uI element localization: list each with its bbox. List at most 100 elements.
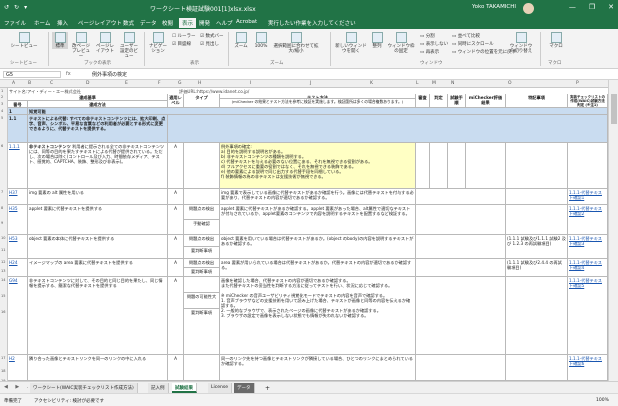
checklist-link[interactable]: 1.1.1-代替テキスト確認1 xyxy=(568,189,608,205)
synchronous-scroll-button[interactable]: ▭ 同時にスクロール xyxy=(452,41,494,47)
row-header[interactable]: 13 xyxy=(1,269,5,273)
hide-button[interactable]: ▭ 表示しない xyxy=(420,41,448,47)
macros-button[interactable]: マクロ xyxy=(546,32,566,49)
column-header[interactable]: H xyxy=(198,81,201,86)
technique-id-link[interactable]: H53 xyxy=(8,235,28,259)
redo-icon[interactable]: ↻ xyxy=(14,4,19,11)
column-header[interactable]: O xyxy=(508,81,512,86)
checklist-link[interactable]: 1.1.1-代替テキスト確認4 xyxy=(568,259,608,277)
zoom-level[interactable]: 100% xyxy=(596,398,609,403)
page-break-preview-button[interactable]: 改ページプレビュー xyxy=(70,32,92,59)
column-header[interactable]: J xyxy=(310,81,311,86)
zoom-button[interactable]: ズーム xyxy=(232,32,250,49)
row-header[interactable]: 7 xyxy=(1,190,3,194)
view-side-by-side-button[interactable]: ▭ 並べて比較 xyxy=(452,33,480,39)
fx-icon[interactable]: fx xyxy=(66,71,71,77)
notes-cell[interactable] xyxy=(506,355,568,381)
test-method-cell[interactable]: img 要素で表示している画像に代替テキストがあるか確認を行う。画像には代替テキ… xyxy=(220,189,416,205)
technique-id-link[interactable]: H35 xyxy=(8,205,28,235)
row-header[interactable]: 9 xyxy=(1,221,3,225)
row-header[interactable]: 3 xyxy=(1,102,3,106)
test-method-cell[interactable]: 例外事項の確定: a) 目的を説明する説明名がある。 b) 非テキストコンテンツ… xyxy=(220,143,416,189)
checklist-link[interactable]: 1.1.1-代替テキスト確認6 xyxy=(568,355,608,381)
notes-cell[interactable]: (1.1.1 試験及び2.4.4 の再試験項目) xyxy=(506,259,568,277)
tab-file[interactable]: ファイル xyxy=(4,19,26,27)
checklist-link[interactable]: 1.1.1-代替テキスト確認3 xyxy=(568,235,608,259)
row-header[interactable]: 18 xyxy=(1,369,5,373)
add-sheet-button[interactable]: + xyxy=(262,383,273,393)
tab-formulas[interactable]: 数式 xyxy=(123,19,134,27)
judgement-cell[interactable] xyxy=(430,143,448,189)
column-header[interactable]: K xyxy=(370,81,373,86)
notes-cell[interactable] xyxy=(506,143,568,189)
sheet-tab-active[interactable]: 試験結果 xyxy=(172,383,197,393)
technique-id-link[interactable]: H2 xyxy=(8,355,28,381)
test-method-cell[interactable]: area 要素が用いられている場合は代替テキストがあるか。代替テキストの内容が適… xyxy=(220,259,416,277)
result-cells[interactable] xyxy=(416,205,506,235)
row-header[interactable]: 12 xyxy=(1,260,5,264)
review-cell[interactable] xyxy=(416,143,430,189)
result-cells[interactable] xyxy=(416,355,506,381)
column-header[interactable]: E xyxy=(125,81,128,86)
switch-windows-button[interactable]: ウィンドウの切り替え xyxy=(508,32,534,54)
technique-id-link[interactable]: G94 xyxy=(8,277,28,355)
result-cells[interactable] xyxy=(416,259,506,277)
criterion-num-link[interactable]: 1.1.1 xyxy=(8,143,28,189)
row-header[interactable]: 2 xyxy=(1,95,3,99)
reset-window-button[interactable]: ▭ ウィンドウの位置を元に戻す xyxy=(452,49,516,55)
column-header[interactable]: A xyxy=(12,81,15,86)
column-header[interactable]: C xyxy=(50,81,53,86)
tab-home[interactable]: ホーム xyxy=(34,19,50,27)
tab-help[interactable]: ヘルプ xyxy=(216,19,233,27)
test-method-cell[interactable]: object 要素を用いている場合は代替テキストがあるか。(object のbo… xyxy=(220,235,416,259)
column-header[interactable]: F xyxy=(158,81,161,86)
row-header[interactable]: 11 xyxy=(1,248,5,252)
row-header[interactable]: 14 xyxy=(1,278,5,282)
row-header[interactable]: 10 xyxy=(1,236,5,240)
headings-checkbox[interactable]: ☑ 見出し xyxy=(200,41,219,47)
column-header[interactable]: L xyxy=(416,81,419,86)
notes-cell[interactable] xyxy=(506,277,568,355)
customize-qat-icon[interactable]: ▾ xyxy=(24,4,27,11)
tab-acrobat[interactable]: Acrobat xyxy=(236,19,257,25)
tell-me-search[interactable]: 実行したい作業を入力してください xyxy=(268,19,356,27)
gridlines-checkbox[interactable]: ☑ 目盛線 xyxy=(172,41,191,47)
sheet-tab[interactable]: 記入例 xyxy=(148,383,169,393)
technique-id-link[interactable]: H37 xyxy=(8,189,28,205)
checklist-link[interactable]: 1.1.1-代替テキスト確認2 xyxy=(568,205,608,235)
tab-view[interactable]: 表示 xyxy=(179,18,197,28)
notes-cell[interactable] xyxy=(506,205,568,235)
column-header[interactable]: I xyxy=(250,81,251,86)
sheet-tab[interactable]: データ xyxy=(234,383,255,393)
zoom-to-selection-button[interactable]: 選択範囲に合わせて拡大/縮小 xyxy=(272,32,320,54)
column-header[interactable]: M xyxy=(432,81,436,86)
row-header[interactable]: 6 xyxy=(1,144,3,148)
row-header[interactable]: 15 xyxy=(1,294,5,298)
notes-cell[interactable] xyxy=(506,189,568,205)
notes-cell[interactable]: (1.1.1 試験及び1.1.1 試験2 及び 1.2.3 の再試験項目) xyxy=(506,235,568,259)
row-header[interactable]: 4 xyxy=(1,109,3,113)
custom-views-button[interactable]: ユーザー設定のビュー xyxy=(118,32,140,59)
result-cells[interactable] xyxy=(416,189,506,205)
column-header[interactable]: G xyxy=(178,81,182,86)
zoom-100-button[interactable]: 100% xyxy=(252,32,270,49)
waic-result-cell[interactable] xyxy=(568,143,608,189)
test-method-cell[interactable]: 画像を確認した場合、代替テキストの内容が適切であるか確認する。 また代替テキスト… xyxy=(220,277,416,355)
procedure-cell[interactable] xyxy=(448,143,466,189)
split-button[interactable]: ▭ 分割 xyxy=(420,33,435,39)
checklist-link[interactable]: 1.1.1-代替テキスト確認5 xyxy=(568,277,608,355)
accessibility-status[interactable]: アクセシビリティ: 検討が必要です xyxy=(34,398,104,404)
sheet-view-button[interactable]: シートビュー xyxy=(4,32,44,49)
unhide-button[interactable]: ▭ 再表示 xyxy=(420,49,439,55)
technique-id-link[interactable]: H24 xyxy=(8,259,28,277)
row-header[interactable]: 16 xyxy=(1,310,5,314)
undo-icon[interactable]: ↺ xyxy=(4,4,9,11)
result-cells[interactable] xyxy=(416,235,506,259)
column-header[interactable]: B xyxy=(28,81,31,86)
tab-page-layout[interactable]: ページレイアウト xyxy=(78,19,122,27)
name-box[interactable]: G5 xyxy=(3,71,61,78)
maximize-icon[interactable]: ❐ xyxy=(589,3,595,11)
page-layout-view-button[interactable]: ページレイアウト xyxy=(94,32,116,54)
michecker-cell[interactable] xyxy=(466,143,506,189)
normal-view-button[interactable]: 標準 xyxy=(52,32,68,49)
